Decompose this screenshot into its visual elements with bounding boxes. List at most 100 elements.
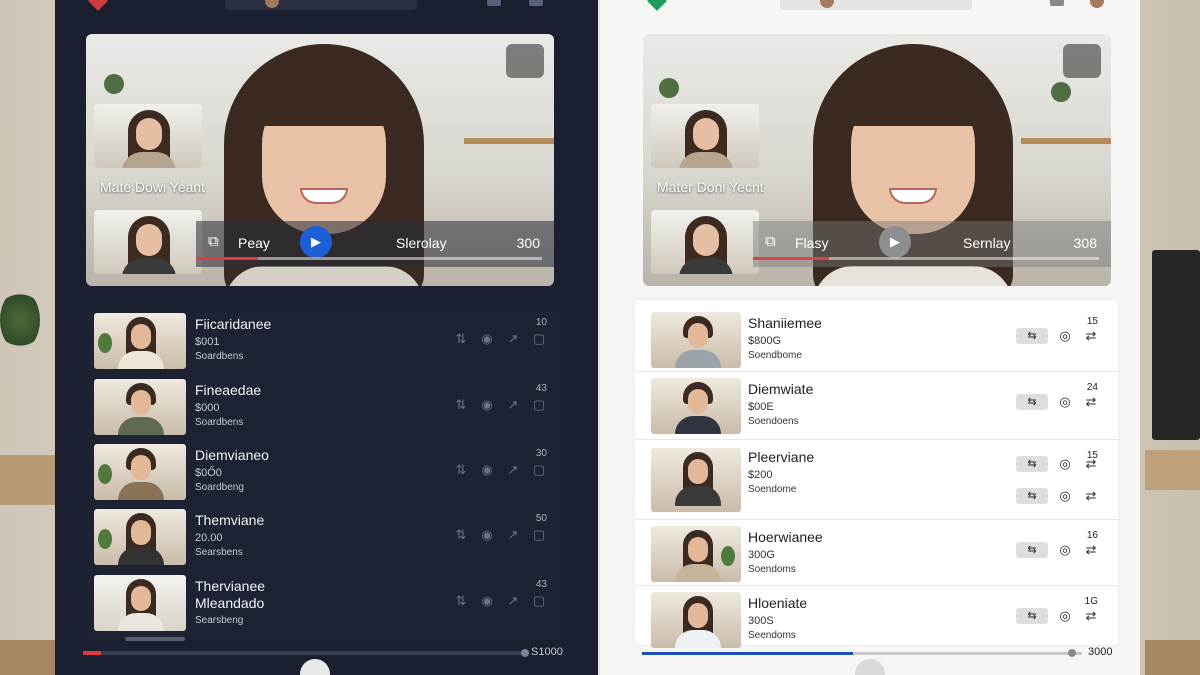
video-player[interactable]: Mate Dowi Yeant ⧉ Peay ▶ Slerolay 300 — [86, 34, 554, 286]
bookmark-icon[interactable]: ▢ — [531, 527, 547, 543]
list-item[interactable]: Shaniiemee $800G Soendbome 15 ⇆ ◎ ⇄ — [635, 308, 1118, 372]
list-item-thumbnail[interactable] — [94, 509, 186, 565]
list-item[interactable]: Hoerwianee 300G Soendoms 16 ⇆ ◎ ⇄ — [635, 522, 1118, 586]
play-button[interactable]: ▶ — [879, 226, 911, 258]
shuffle-icon[interactable]: ⇅ — [453, 527, 469, 543]
participant-thumbnail[interactable] — [651, 210, 759, 274]
shuffle-icon[interactable]: ⇅ — [453, 593, 469, 609]
share-icon[interactable]: ⇄ — [1082, 456, 1100, 472]
shuffle-icon[interactable]: ⇆ — [1016, 488, 1048, 504]
share-icon[interactable]: ⇄ — [1082, 328, 1100, 344]
home-button[interactable] — [300, 659, 330, 675]
list-item-thumbnail[interactable] — [651, 312, 741, 368]
share-icon[interactable]: ⇄ — [1082, 394, 1100, 410]
bookmark-icon[interactable]: ▢ — [531, 593, 547, 609]
eye-icon[interactable]: ◉ — [479, 397, 495, 413]
list-item-thumbnail[interactable] — [651, 526, 741, 582]
list-item-thumbnail[interactable] — [94, 313, 186, 369]
progress-handle[interactable] — [521, 649, 529, 657]
list-item-thumbnail[interactable] — [94, 379, 186, 435]
bottom-progress-fill — [642, 652, 854, 655]
notification-icon[interactable] — [487, 0, 501, 6]
list-item-thumbnail[interactable] — [651, 592, 741, 648]
list-item-price: $800G — [748, 335, 782, 347]
eye-icon[interactable]: ◉ — [479, 527, 495, 543]
list-item-title: Diemvianeo — [195, 447, 269, 463]
participant-thumbnail[interactable] — [94, 210, 202, 274]
shuffle-icon[interactable]: ⇅ — [453, 462, 469, 478]
list-item[interactable]: Diemwiate $00E Soendoens 24 ⇆ ◎ ⇄ — [635, 374, 1118, 440]
eye-icon[interactable]: ◎ — [1056, 394, 1074, 410]
shuffle-icon[interactable]: ⇅ — [453, 397, 469, 413]
list-item-count: 30 — [535, 448, 547, 459]
video-player[interactable]: Mater Doni Yecnt ⧉ Flasy ▶ Sernlay 308 — [643, 34, 1111, 286]
list-item[interactable]: Pleerviane $200 Soendome 15 ⇆ ◎ ⇄ ⇆ ◎ ⇄ — [635, 442, 1118, 520]
bottom-progress-bar[interactable] — [83, 651, 523, 655]
bookmark-icon[interactable]: ▢ — [531, 462, 547, 478]
profile-avatar[interactable] — [1090, 0, 1104, 8]
share-icon[interactable]: ↗ — [505, 462, 521, 478]
list-item[interactable]: Diemvianeo $0Ő0 Soardbeng 30 ⇅ ◉ ↗ ▢ — [86, 440, 565, 500]
share-icon[interactable]: ↗ — [505, 331, 521, 347]
list-item[interactable]: Themviane 20.00 Searsbens 50 ⇅ ◉ ↗ ▢ — [86, 505, 565, 565]
play-icon: ▶ — [890, 234, 900, 249]
app-logo-icon[interactable] — [647, 0, 667, 11]
video-list: Shaniiemee $800G Soendbome 15 ⇆ ◎ ⇄ Diemwi… — [635, 300, 1118, 648]
list-item-thumbnail[interactable] — [651, 448, 741, 512]
list-item-subtitle: Soendoms — [748, 564, 796, 575]
eye-icon[interactable]: ◉ — [479, 593, 495, 609]
video-progress-bar[interactable] — [196, 257, 542, 260]
menu-icon[interactable] — [529, 0, 543, 6]
bookmark-icon[interactable]: ▢ — [531, 331, 547, 347]
shuffle-icon[interactable]: ⇆ — [1016, 328, 1048, 344]
participant-thumbnail[interactable] — [651, 104, 759, 168]
list-item[interactable]: Thervianee Mleandado Searsbeng 43 ⇅ ◉ ↗ ▢ — [86, 571, 565, 631]
eye-icon[interactable]: ◎ — [1056, 328, 1074, 344]
bottom-progress-bar[interactable] — [642, 652, 1082, 655]
list-item-title: Shaniiemee — [748, 315, 822, 331]
share-icon[interactable]: ↗ — [505, 397, 521, 413]
shuffle-icon[interactable]: ⇆ — [1016, 608, 1048, 624]
eye-icon[interactable]: ◉ — [479, 462, 495, 478]
list-item-actions: ⇅ ◉ ↗ ▢ — [453, 462, 547, 478]
list-item-thumbnail[interactable] — [651, 378, 741, 434]
search-bar[interactable] — [780, 0, 972, 10]
share-icon[interactable]: ⇄ — [1082, 488, 1100, 504]
view-count: 308 — [1073, 235, 1097, 251]
shuffle-icon[interactable]: ⇆ — [1016, 456, 1048, 472]
share-icon[interactable]: ⇄ — [1082, 608, 1100, 624]
video-progress-bar[interactable] — [753, 257, 1099, 260]
share-icon[interactable]: ↗ — [505, 593, 521, 609]
list-item-price: 300S — [748, 615, 774, 627]
eye-icon[interactable]: ◎ — [1056, 542, 1074, 558]
search-bar[interactable] — [225, 0, 417, 10]
eye-icon[interactable]: ◎ — [1056, 456, 1074, 472]
shuffle-icon[interactable]: ⇅ — [453, 331, 469, 347]
share-icon[interactable]: ↗ — [505, 527, 521, 543]
list-item[interactable]: Hloeniate 300S Seendoms 1G ⇆ ◎ ⇄ — [635, 588, 1118, 648]
bookmark-icon[interactable]: ▢ — [531, 397, 547, 413]
eye-icon[interactable]: ◎ — [1056, 488, 1074, 504]
eye-icon[interactable]: ◎ — [1056, 608, 1074, 624]
list-item-subtitle: Soendoens — [748, 416, 799, 427]
home-button[interactable] — [855, 659, 885, 675]
notification-icon[interactable] — [1050, 0, 1064, 6]
participant-thumbnail[interactable] — [94, 104, 202, 168]
captions-icon[interactable]: ⧉ — [208, 233, 219, 250]
shuffle-icon[interactable]: ⇆ — [1016, 394, 1048, 410]
list-item-thumbnail[interactable] — [94, 575, 186, 631]
list-item[interactable]: Fiicaridanee $001 Soardbens 10 ⇅ ◉ ↗ ▢ — [86, 309, 565, 369]
play-button[interactable]: ▶ — [300, 226, 332, 258]
list-scroll-indicator[interactable] — [125, 637, 185, 641]
share-icon[interactable]: ⇄ — [1082, 542, 1100, 558]
list-item-title: Pleerviane — [748, 449, 815, 465]
eye-icon[interactable]: ◉ — [479, 331, 495, 347]
list-item-thumbnail[interactable] — [94, 444, 186, 500]
list-item[interactable]: Fineaedae $000 Soardbens 43 ⇅ ◉ ↗ ▢ — [86, 375, 565, 435]
app-logo-icon[interactable] — [88, 0, 108, 11]
list-item-actions: ⇆ ◎ ⇄ — [1016, 394, 1100, 410]
progress-handle[interactable] — [1068, 649, 1076, 657]
video-progress-fill — [753, 257, 830, 260]
shuffle-icon[interactable]: ⇆ — [1016, 542, 1048, 558]
captions-icon[interactable]: ⧉ — [765, 233, 776, 250]
